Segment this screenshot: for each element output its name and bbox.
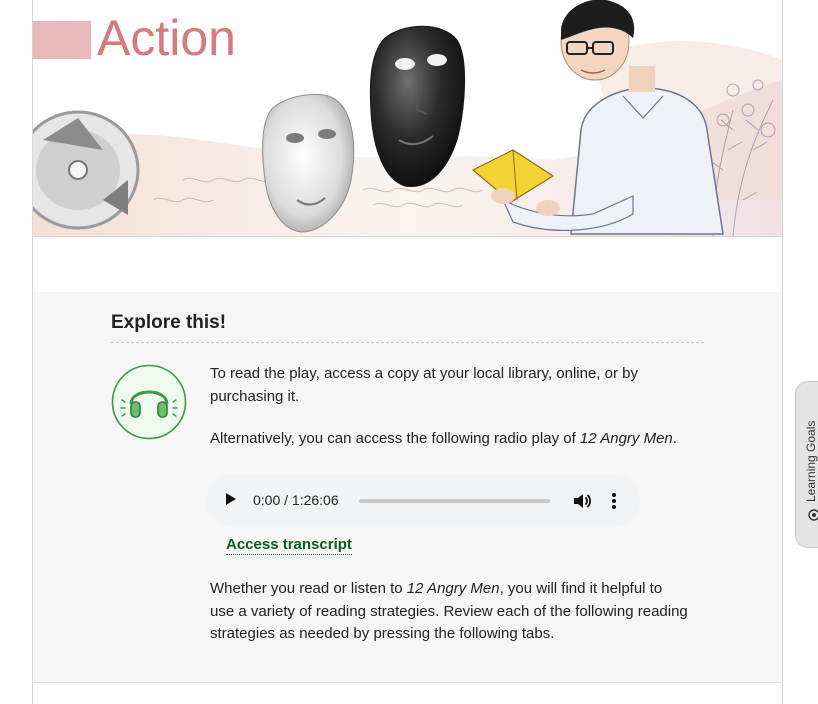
more-options-icon[interactable]	[606, 491, 622, 511]
student-reading-illustration	[471, 0, 724, 235]
headphones-icon	[111, 364, 187, 440]
play-title: 12 Angry Men	[406, 580, 500, 597]
paragraph-reading-strategies: Whether you read or listen to 12 Angry M…	[210, 578, 690, 646]
learning-goals-label: Learning Goals	[804, 420, 818, 502]
heading-accent-block	[33, 21, 91, 59]
explore-section: Explore this! To read the play, access a…	[33, 292, 782, 683]
paragraph-read-play: To read the play, access a copy at your …	[210, 365, 638, 405]
play-title: 12 Angry Men	[579, 430, 673, 447]
paragraph-radio-play: Alternatively, you can access the follow…	[210, 428, 690, 451]
section-heading: Explore this!	[111, 312, 227, 333]
hero-banner: Action	[33, 0, 782, 237]
paragraph-text: .	[672, 430, 677, 447]
page-frame: Action Explore this! To read the play, a…	[32, 0, 783, 704]
volume-icon[interactable]	[572, 491, 592, 511]
learning-goals-tab[interactable]: Learning Goals	[795, 381, 818, 548]
access-transcript-link[interactable]: Access transcript	[226, 536, 352, 555]
paragraph-text: Alternatively, you can access the follow…	[210, 430, 580, 447]
dashed-divider	[111, 342, 704, 343]
audio-player: 0:00 / 1:26:06	[206, 474, 640, 527]
time-display: 0:00 / 1:26:06	[253, 492, 339, 508]
target-icon	[808, 509, 818, 521]
film-reel-illustration	[33, 110, 140, 230]
play-button[interactable]	[226, 493, 236, 505]
page-title: Action	[97, 10, 236, 66]
paragraph-text: Whether you read or listen to	[210, 580, 407, 597]
audio-seek-bar[interactable]	[359, 499, 550, 503]
